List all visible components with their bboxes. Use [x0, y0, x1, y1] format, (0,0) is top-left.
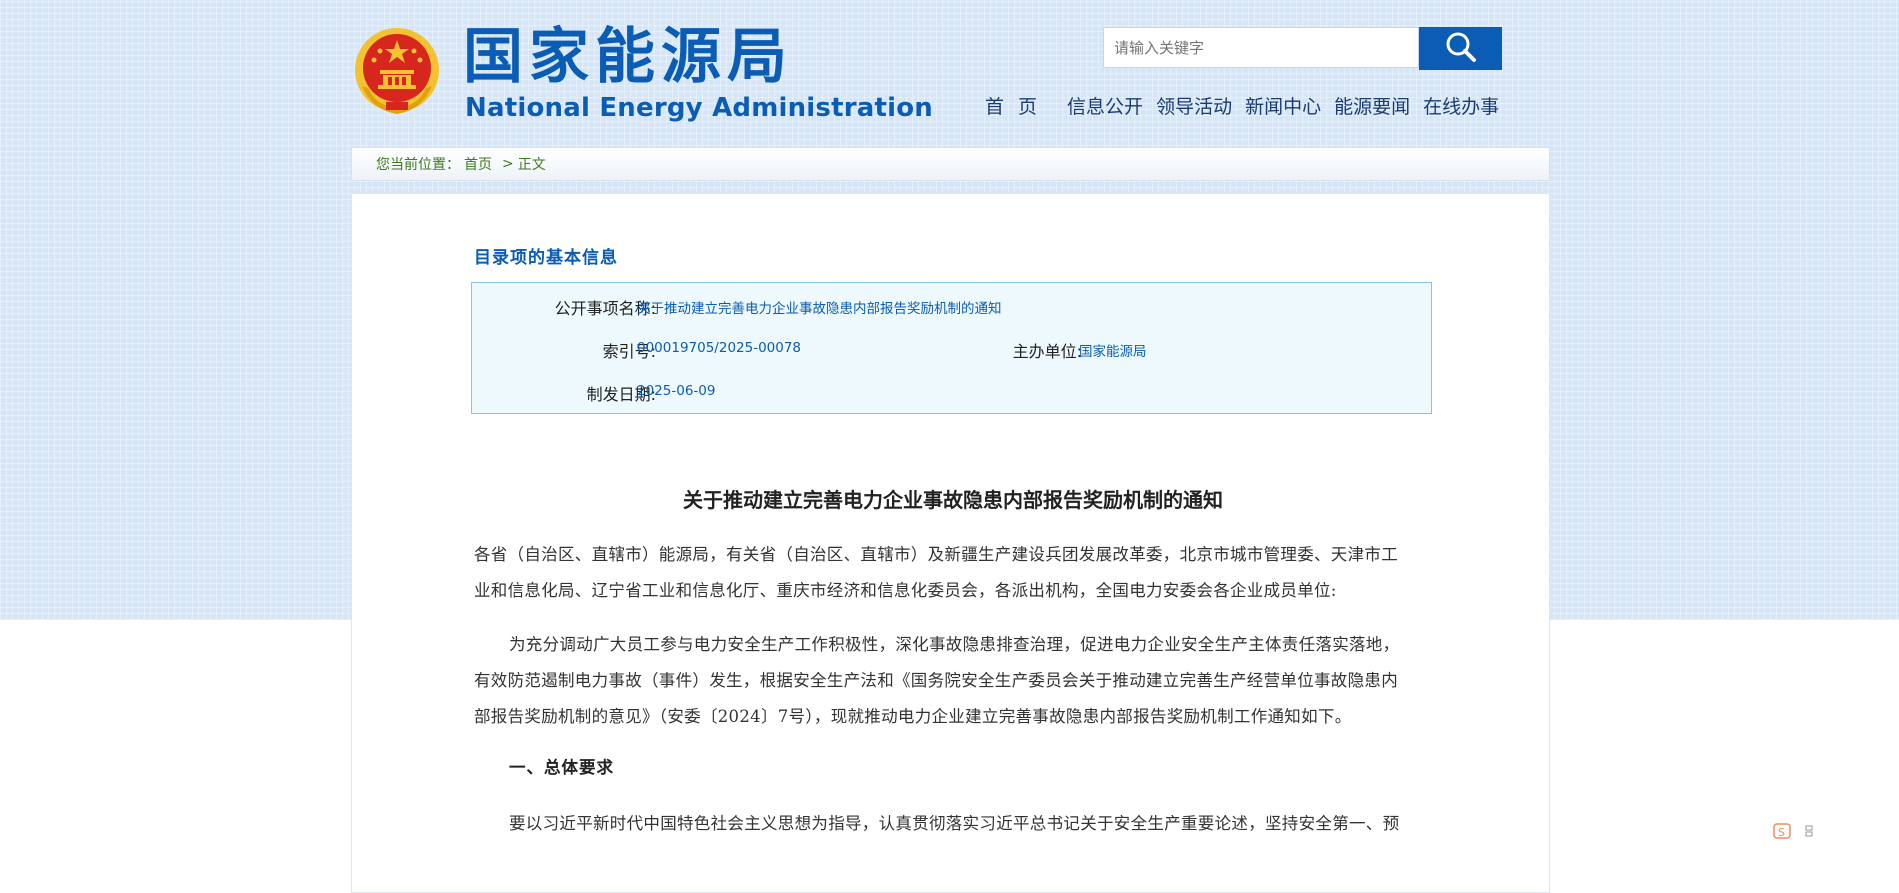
info-org-value: 国家能源局	[1079, 344, 1147, 360]
info-name-label: 公开事项名称:	[554, 299, 656, 318]
svg-text:S: S	[1778, 826, 1785, 839]
nav-news-center[interactable]: 新闻中心	[1245, 92, 1321, 120]
chevron-right-icon: >	[502, 156, 514, 172]
info-table: 公开事项名称: 关于推动建立完善电力企业事故隐患内部报告奖励机制的通知 索引号:…	[471, 282, 1432, 414]
article-paragraph-line: 有效防范遏制电力事故（事件）发生，根据安全生产法和《国务院安全生产委员会关于推动…	[474, 671, 1398, 690]
search-button[interactable]	[1419, 27, 1502, 70]
breadcrumb: 您当前位置： 首页 > 正文	[351, 147, 1550, 181]
article-paragraph-line: 各省（自治区、直辖市）能源局，有关省（自治区、直辖市）及新疆生产建设兵团发展改革…	[474, 545, 1398, 564]
info-date-label: 制发日期:	[586, 385, 656, 404]
info-org-label: 主办单位:	[1012, 342, 1082, 361]
info-section-title: 目录项的基本信息	[474, 248, 618, 268]
article-paragraph-line: 业和信息化局、辽宁省工业和信息化厅、重庆市经济和信息化委员会，各派出机构，全国电…	[474, 581, 1337, 600]
national-emblem-icon	[352, 26, 442, 118]
nav-info-public[interactable]: 信息公开	[1067, 92, 1143, 120]
info-index-value: 000019705/2025-00078	[637, 340, 802, 356]
search-icon	[1444, 30, 1478, 68]
nav-home[interactable]: 首 页	[985, 92, 1041, 120]
breadcrumb-home-link[interactable]: 首页	[464, 154, 492, 174]
search-input[interactable]	[1103, 27, 1419, 68]
article-paragraph-line: 为充分调动广大员工参与电力安全生产工作积极性，深化事故隐患排查治理，促进电力企业…	[509, 635, 1400, 654]
site-logo-cn[interactable]: 国家能源局	[463, 22, 793, 92]
breadcrumb-current: 正文	[517, 157, 546, 173]
info-name-value: 关于推动建立完善电力企业事故隐患内部报告奖励机制的通知	[637, 301, 1002, 317]
nav-energy-news[interactable]: 能源要闻	[1334, 92, 1410, 120]
site-logo-en[interactable]: National Energy Administration	[465, 92, 933, 124]
article-paragraph-line: 要以习近平新时代中国特色社会主义思想为指导，认真贯彻落实习近平总书记关于安全生产…	[509, 814, 1400, 833]
info-date-value: 2025-06-09	[637, 383, 716, 399]
site-header: 国家能源局 National Energy Administration 首 页…	[0, 0, 1899, 148]
article-title: 关于推动建立完善电力企业事故隐患内部报告奖励机制的通知	[683, 488, 1223, 512]
main-nav: 首 页 信息公开 领导活动 新闻中心 能源要闻 在线办事	[985, 92, 1512, 120]
info-index-label: 索引号:	[602, 342, 656, 361]
section-heading: 一、总体要求	[509, 758, 614, 777]
nav-leadership[interactable]: 领导活动	[1156, 92, 1232, 120]
article-paragraph-line: 部报告奖励机制的意见》（安委〔2024〕7号），现就推动电力企业建立完善事故隐患…	[474, 707, 1352, 726]
breadcrumb-prefix: 您当前位置：	[376, 157, 460, 173]
sogou-input-icon[interactable]: S	[1772, 820, 1820, 842]
nav-online-service[interactable]: 在线办事	[1423, 92, 1499, 120]
